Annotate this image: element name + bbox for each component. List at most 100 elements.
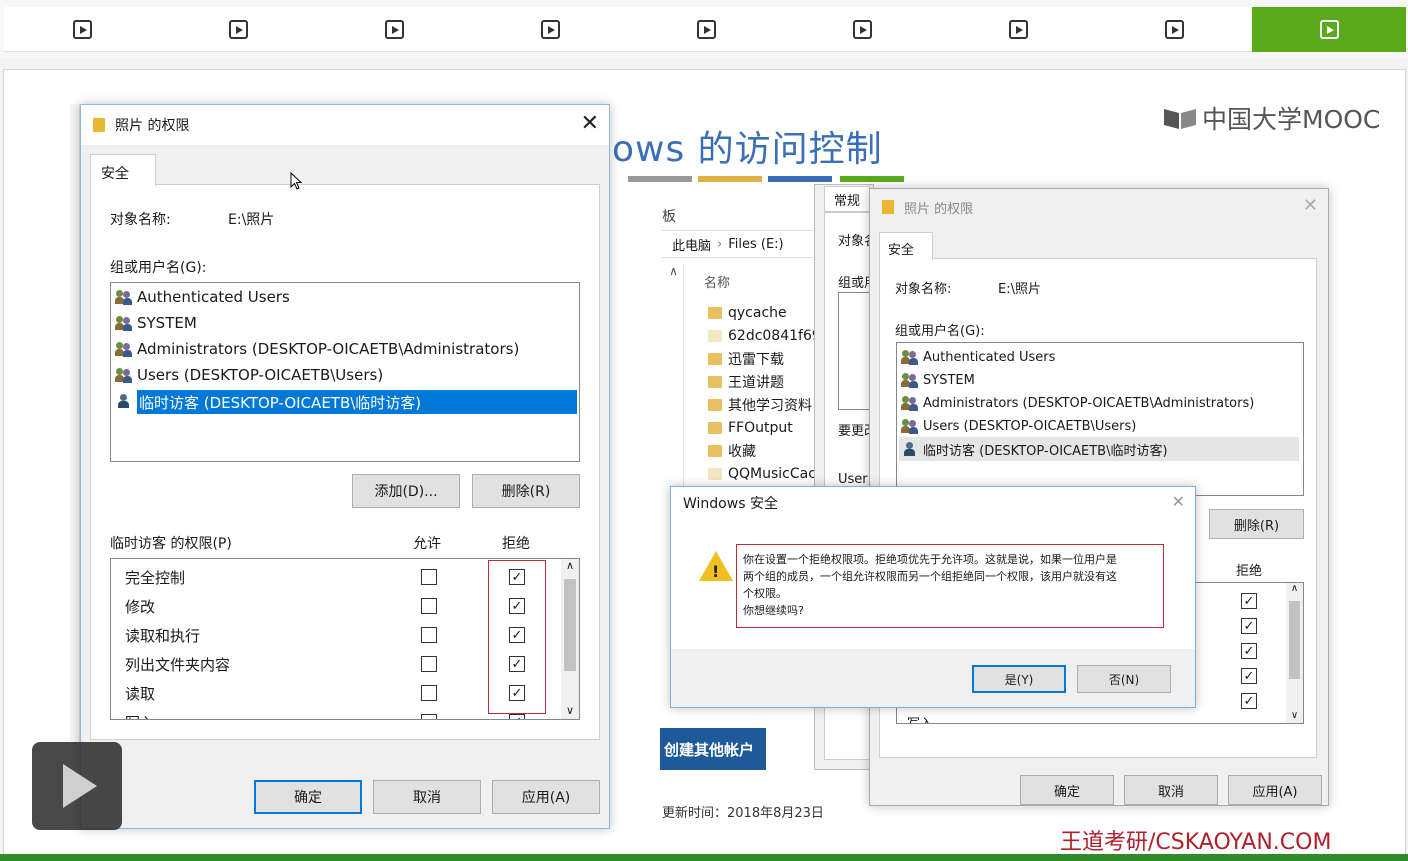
warning-message-line-1: 你在设置一个拒绝权限项。拒绝项优先于允许项。这就是说，如果一位用户是 (743, 553, 1117, 566)
lesson-segment-2[interactable] (160, 7, 316, 52)
chevron-up-icon: ∧ (565, 559, 575, 572)
explorer-item[interactable]: 62dc0841f69c (708, 325, 828, 347)
users-group-icon (115, 367, 133, 383)
user-list-item-selected[interactable]: 临时访客 (DESKTOP-OICAETB\临时访客) (899, 437, 1299, 461)
right-user-list[interactable]: Authenticated Users SYSTEM Administrator… (896, 342, 1304, 496)
lesson-segment-8[interactable] (1096, 7, 1252, 52)
ok-button[interactable]: 确定 (254, 780, 362, 814)
apply-button[interactable]: 应用(A) (492, 780, 600, 814)
folder-icon (93, 118, 105, 132)
permission-name: 读取 (125, 685, 156, 703)
user-list-item[interactable]: Administrators (DESKTOP-OICAETB\Administ… (901, 391, 1254, 415)
allow-checkbox[interactable] (421, 685, 437, 701)
yes-button[interactable]: 是(Y) (972, 665, 1066, 693)
lesson-segment-6[interactable] (784, 7, 940, 52)
add-user-button[interactable]: 添加(D)... (352, 474, 460, 508)
user-icon-slot (115, 389, 139, 413)
tab-security[interactable]: 安全 (90, 154, 156, 186)
user-list-item[interactable]: Administrators (DESKTOP-OICAETB\Administ… (115, 337, 519, 361)
apply-button[interactable]: 应用(A) (1228, 775, 1322, 805)
column-header-name[interactable]: 名称 (704, 272, 730, 291)
explorer-item[interactable]: qycache (708, 302, 787, 324)
permissions-scrollbar[interactable]: ∧ ∨ (561, 559, 579, 719)
deny-checkbox[interactable]: ✓ (1241, 668, 1257, 684)
permission-name: 修改 (125, 598, 156, 616)
allow-checkbox[interactable] (421, 627, 437, 643)
user-list-item[interactable]: Authenticated Users (115, 285, 290, 309)
user-list-item[interactable]: SYSTEM (901, 368, 975, 392)
close-icon[interactable]: ✕ (581, 111, 599, 136)
users-group-icon (901, 418, 919, 434)
lesson-segment-4[interactable] (472, 7, 628, 52)
scrollbar-thumb[interactable] (1289, 601, 1300, 679)
allow-checkbox[interactable] (421, 569, 437, 585)
deny-checkbox[interactable]: ✓ (1241, 593, 1257, 609)
deny-header: 拒绝 (1236, 564, 1263, 579)
group-users-label: 组或用户名(G): (895, 324, 985, 339)
deny-checkbox[interactable]: ✓ (509, 714, 525, 719)
lesson-segment-9-active[interactable] (1252, 7, 1406, 52)
user-list-item[interactable]: SYSTEM (115, 311, 197, 335)
user-icon (115, 393, 133, 409)
lesson-segment-5[interactable] (628, 7, 784, 52)
play-icon (1319, 20, 1339, 39)
cancel-button[interactable]: 取消 (1124, 775, 1218, 805)
permissions-for-label: 临时访客 的权限(P) (110, 536, 232, 552)
deny-header: 拒绝 (502, 536, 530, 552)
cancel-button[interactable]: 取消 (373, 780, 481, 814)
mooc-logo: 中国大学MOOC (1162, 100, 1380, 136)
ok-button[interactable]: 确定 (1020, 775, 1114, 805)
tab-general[interactable]: 常规 (824, 186, 870, 212)
deny-checkbox[interactable]: ✓ (1241, 618, 1257, 634)
mooc-logo-text: 中国大学MOOC (1202, 105, 1381, 134)
explorer-item[interactable]: 收藏 (708, 440, 756, 462)
folder-icon (708, 422, 722, 434)
close-icon[interactable]: ✕ (1172, 492, 1185, 511)
dialog-title: 照片 的权限 (904, 201, 974, 217)
deny-checkbox[interactable]: ✓ (1241, 693, 1257, 709)
deny-checkbox[interactable]: ✓ (1241, 643, 1257, 659)
warning-message-line-3: 个权限。 (743, 587, 787, 600)
lesson-segment-7[interactable] (940, 7, 1096, 52)
user-list-item-selected[interactable]: 临时访客 (DESKTOP-OICAETB\临时访客) (137, 390, 577, 414)
left-user-list[interactable]: Authenticated Users SYSTEM Administrator… (110, 282, 580, 462)
close-icon[interactable]: ✕ (1303, 195, 1318, 216)
permission-name: 列出文件夹内容 (125, 656, 231, 674)
allow-checkbox[interactable] (421, 714, 437, 719)
user-list-item[interactable]: Users (DESKTOP-OICAETB\Users) (115, 363, 383, 387)
breadcrumb-pc[interactable]: 此电脑 (672, 235, 711, 254)
users-group-icon (901, 395, 919, 411)
explorer-item[interactable]: 王道讲题 (708, 371, 784, 393)
group-users-label: 组或用户名(G): (110, 260, 207, 276)
lesson-segment-1[interactable] (4, 7, 160, 52)
chevron-down-icon: ∨ (1290, 710, 1299, 721)
object-name-value: E:\照片 (228, 212, 275, 228)
play-icon (228, 20, 248, 39)
remove-button[interactable]: 删除(R) (1209, 509, 1304, 539)
allow-checkbox[interactable] (421, 598, 437, 614)
dialog-title: 照片 的权限 (115, 118, 190, 134)
users-group-icon (115, 315, 133, 331)
allow-header: 允许 (413, 536, 441, 552)
chevron-up-icon: ∧ (669, 264, 678, 278)
create-account-button[interactable]: 创建其他帐户 (660, 728, 766, 770)
video-play-button[interactable] (32, 742, 122, 830)
lesson-segment-3[interactable] (316, 7, 472, 52)
warning-message-line-2: 两个组的成员，一个组允许权限而另一个组拒绝同一个权限，该用户就没有这 (743, 570, 1117, 583)
permissions-scrollbar[interactable]: ∧ ∨ (1286, 583, 1303, 723)
breadcrumb-drive[interactable]: Files (E:) (728, 237, 783, 252)
scrollbar-thumb[interactable] (564, 579, 576, 671)
explorer-item[interactable]: 迅雷下载 (708, 348, 784, 370)
user-list-item[interactable]: Authenticated Users (901, 345, 1055, 369)
mouse-cursor-icon (290, 171, 303, 194)
user-list-item[interactable]: Users (DESKTOP-OICAETB\Users) (901, 414, 1136, 438)
explorer-item[interactable]: FFOutput (708, 417, 793, 439)
allow-checkbox[interactable] (421, 656, 437, 672)
tab-security[interactable]: 安全 (879, 232, 933, 260)
explorer-item[interactable]: QQMusicCach (708, 463, 825, 485)
remove-user-button[interactable]: 删除(R) (472, 474, 580, 508)
explorer-item[interactable]: 其他学习资料 (708, 394, 812, 416)
no-button[interactable]: 否(N) (1077, 665, 1171, 693)
video-progress-bar[interactable] (0, 854, 1408, 861)
address-bar[interactable]: 此电脑 › Files (E:) (662, 230, 820, 258)
